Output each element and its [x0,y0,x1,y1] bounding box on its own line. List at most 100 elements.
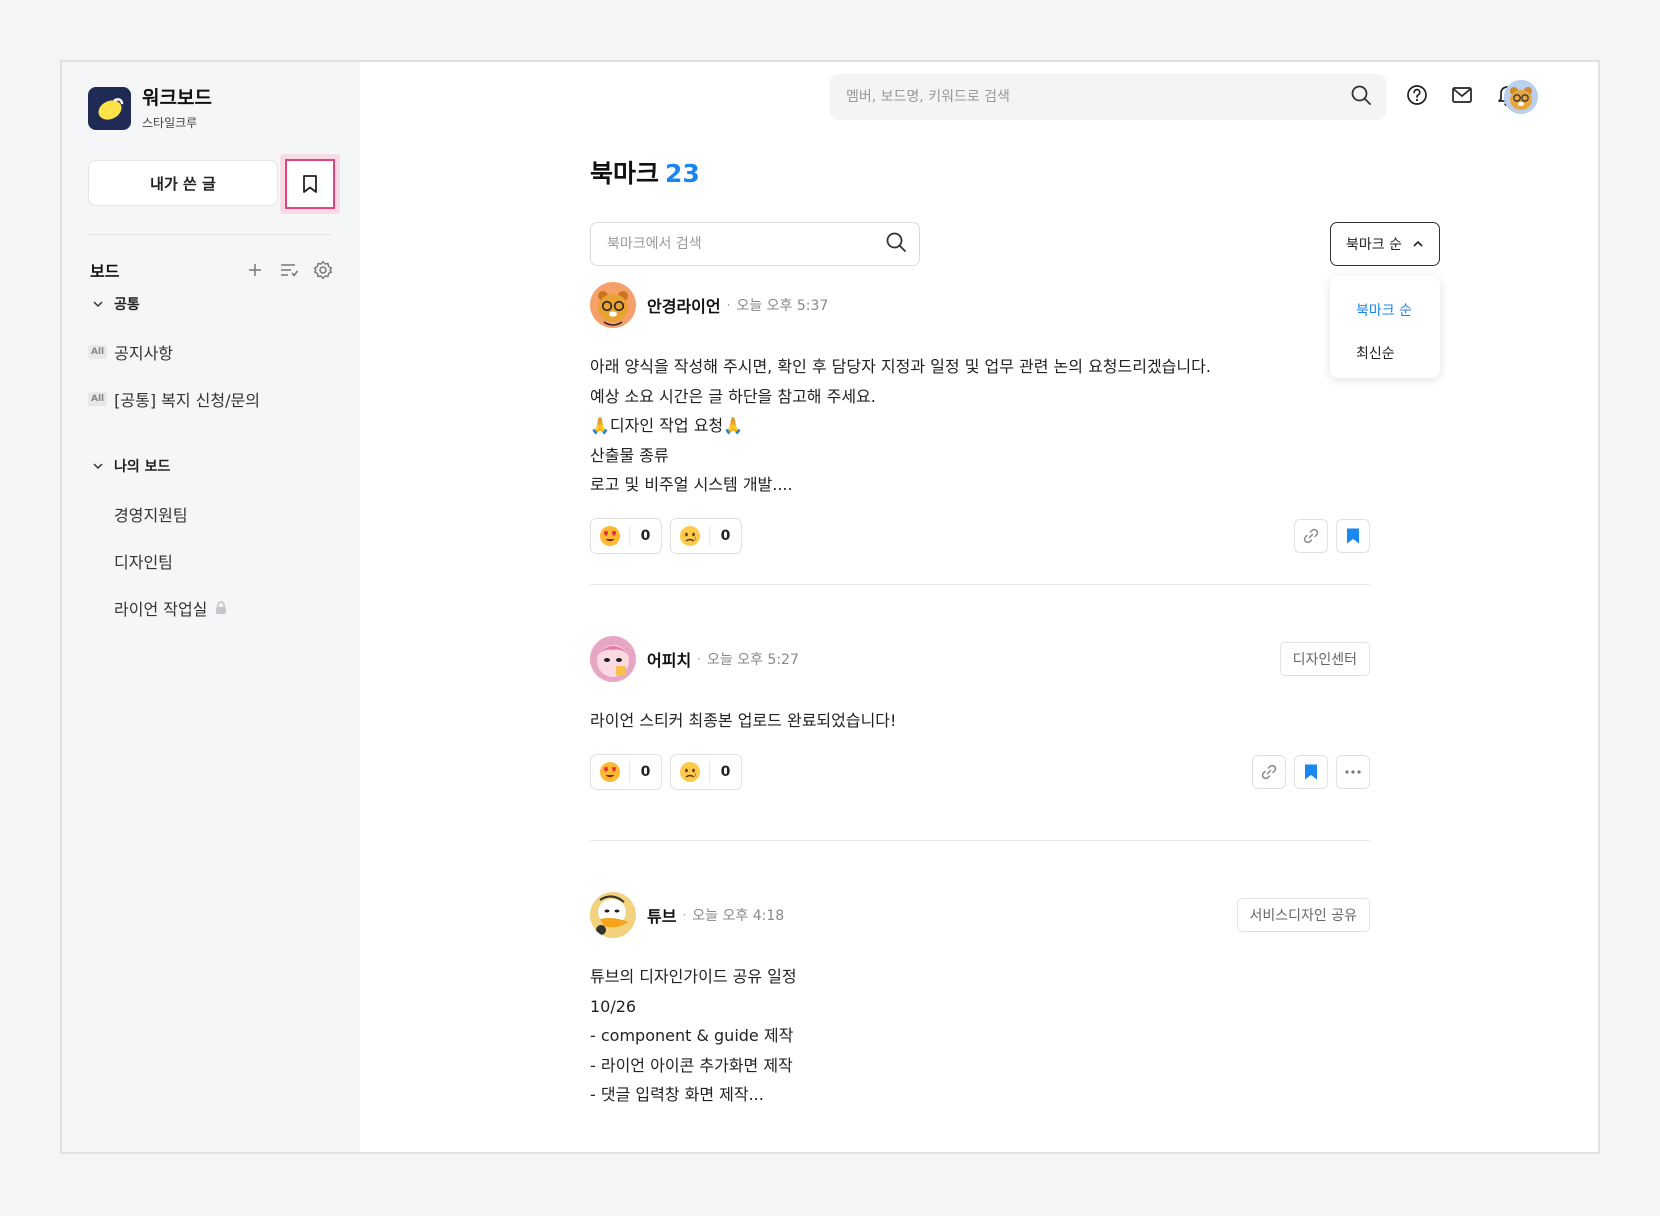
post-line: - 댓글 입력창 화면 제작... [590,1085,764,1104]
post-divider [590,584,1370,585]
sidebar-item-label: [공통] 복지 신청/문의 [114,391,260,410]
header-icons [1404,82,1519,107]
bookmark-button[interactable] [285,159,335,209]
bookmark-toggle-button[interactable] [1294,754,1328,789]
sidebar-item-management[interactable]: 경영지원팀 [114,502,188,526]
mail-icon[interactable] [1449,82,1474,107]
heart-eyes-emoji-icon [591,761,629,783]
post-footer: 0 0 [590,753,1370,790]
global-search-input[interactable] [846,89,1350,105]
reaction-count: 0 [709,761,741,782]
copy-link-button[interactable] [1294,518,1328,553]
sidebar-item-notice[interactable]: All 공지사항 [88,340,173,364]
author-avatar[interactable] [590,282,636,328]
user-avatar[interactable] [1504,80,1538,114]
post-line: 예상 소요 시간은 글 하단을 참고해 주세요. [590,386,876,406]
post-line: 🙏디자인 작업 요청🙏 [590,416,744,435]
sidebar-divider [88,234,332,235]
post-header: 튜브 · 오늘 오후 4:18 서비스디자인 공유 [590,892,1370,938]
bookmark-icon [303,175,317,193]
sort-list-icon[interactable] [278,259,300,281]
meta-separator: · [726,298,731,312]
settings-gear-icon[interactable] [312,259,334,281]
reaction-count: 0 [629,525,661,546]
post-header: 안경라이언 · 오늘 오후 5:37 [590,282,1370,328]
app-window: 워크보드 스타일크루 내가 쓴 글 보드 공통 All 공지사항 All [공통… [60,60,1600,1154]
post-line: 로고 및 비주얼 시스템 개발.... [590,475,793,494]
post-body[interactable]: 아래 양식을 작성해 주시면, 확인 후 담당자 지정과 일정 및 업무 관련 … [590,352,1370,500]
reaction-sad[interactable]: 0 [670,517,742,554]
bookmark-filled-icon [1305,764,1317,779]
post-line: 산출물 종류 [590,445,669,465]
post-card: 어피치 · 오늘 오후 5:27 디자인센터 라이언 스티커 최종본 업로드 완… [590,636,1370,790]
chevron-up-icon [1413,240,1423,247]
link-icon [1261,764,1277,779]
sort-menu: 북마크 순 최신순 [1330,276,1440,378]
post-body[interactable]: 튜브의 디자인가이드 공유 일정 10/26 - component & gui… [590,962,1370,1110]
meta-separator: · [682,908,687,922]
reaction-sad[interactable]: 0 [670,753,742,790]
sidebar: 워크보드 스타일크루 내가 쓴 글 보드 공통 All 공지사항 All [공통… [62,62,360,1152]
sidebar-item-label: 디자인팀 [114,553,173,572]
sort-option-latest[interactable]: 최신순 [1330,331,1440,374]
post-card: 튜브 · 오늘 오후 4:18 서비스디자인 공유 튜브의 디자인가이드 공유 … [590,892,1370,1110]
sad-emoji-icon [671,761,709,783]
post-line: - 라이언 아이콘 추가화면 제작 [590,1055,793,1075]
group-common[interactable]: 공통 [92,294,140,314]
chevron-down-icon [92,462,106,470]
sidebar-item-label: 라이언 작업실 [114,600,208,619]
sidebar-item-welfare[interactable]: All [공통] 복지 신청/문의 [88,387,260,411]
meta-separator: · [697,652,701,666]
post-time: 오늘 오후 5:37 [736,298,829,314]
search-icon[interactable] [885,231,907,257]
sidebar-item-label: 공지사항 [114,344,174,363]
board-tag[interactable]: 디자인센터 [1279,642,1370,676]
post-line: 튜브의 디자인가이드 공유 일정 [590,967,797,986]
my-posts-button[interactable]: 내가 쓴 글 [88,160,278,206]
global-search[interactable] [830,74,1386,120]
sidebar-item-design[interactable]: 디자인팀 [114,549,173,573]
copy-link-button[interactable] [1252,754,1286,789]
author-name[interactable]: 어피치 [647,647,691,671]
board-tag[interactable]: 서비스디자인 공유 [1236,898,1370,932]
bookmark-count: 23 [665,159,700,188]
reaction-count: 0 [709,525,741,546]
brand[interactable]: 워크보드 스타일크루 [88,86,212,131]
bookmark-filled-icon [1347,528,1359,543]
post-divider [590,840,1370,841]
sidebar-item-lion-workspace[interactable]: 라이언 작업실 [114,596,227,620]
post-time: 오늘 오후 5:27 [707,652,799,668]
search-icon[interactable] [1350,84,1372,110]
author-avatar[interactable] [590,636,636,682]
page-title: 북마크 23 [590,154,700,190]
post-actions [1252,754,1370,789]
brand-subtitle: 스타일크루 [142,116,198,130]
link-icon [1303,528,1319,543]
brand-name: 워크보드 [142,87,212,109]
more-options-button[interactable] [1336,754,1370,789]
post-card: 안경라이언 · 오늘 오후 5:37 아래 양식을 작성해 주시면, 확인 후 … [590,282,1370,554]
board-header: 보드 [90,258,334,282]
group-my-boards[interactable]: 나의 보드 [92,456,170,476]
post-footer: 0 0 [590,517,1370,554]
author-name[interactable]: 튜브 [647,903,676,927]
author-name[interactable]: 안경라이언 [647,293,721,317]
bookmark-search[interactable] [590,222,920,266]
sort-dropdown[interactable]: 북마크 순 [1330,222,1440,266]
bookmark-search-input[interactable] [607,236,885,252]
page-title-text: 북마크 [590,159,660,188]
bookmark-toggle-button[interactable] [1336,518,1370,553]
post-header: 어피치 · 오늘 오후 5:27 디자인센터 [590,636,1370,682]
more-horizontal-icon [1345,769,1361,774]
help-icon[interactable] [1404,82,1429,107]
post-time: 오늘 오후 4:18 [692,908,785,924]
sad-emoji-icon [671,525,709,547]
sort-option-bookmark[interactable]: 북마크 순 [1330,288,1440,331]
bookmark-button-highlight [280,154,340,214]
reaction-heart-eyes[interactable]: 0 [590,753,662,790]
post-body[interactable]: 라이언 스티커 최종본 업로드 완료되었습니다! [590,706,1370,736]
add-board-icon[interactable] [244,259,266,281]
post-actions [1294,518,1370,553]
author-avatar[interactable] [590,892,636,938]
reaction-heart-eyes[interactable]: 0 [590,517,662,554]
